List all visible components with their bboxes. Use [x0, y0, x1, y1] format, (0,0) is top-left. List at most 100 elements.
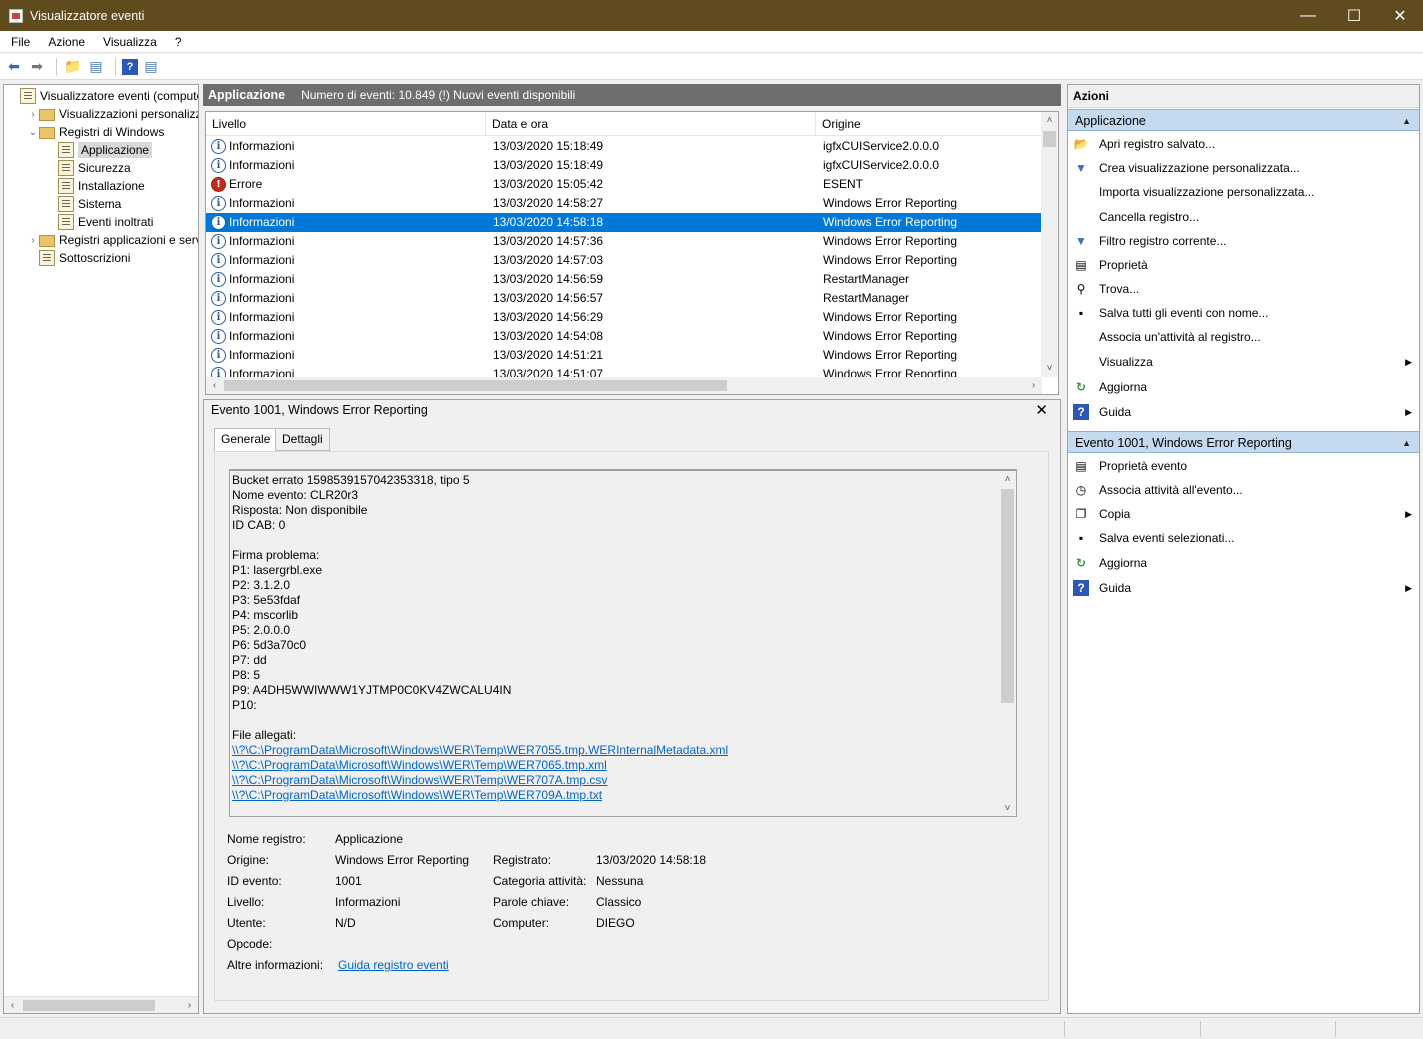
tree-item[interactable]: Eventi inoltrati: [46, 213, 153, 231]
event-row[interactable]: i Informazioni 13/03/2020 14:54:08 Windows …: [206, 327, 1042, 346]
event-description: Bucket errato 1598539157042353318, tipo …: [229, 469, 1017, 817]
scroll-left-arrow-icon[interactable]: ‹: [4, 997, 21, 1014]
back-arrow-icon[interactable]: ⬅: [4, 57, 24, 77]
menu-visualizza[interactable]: Visualizza: [92, 35, 164, 49]
event-row[interactable]: i Informazioni 13/03/2020 14:57:03 Windows …: [206, 251, 1042, 270]
error-icon: !: [211, 177, 226, 192]
scroll-thumb[interactable]: [1001, 489, 1014, 703]
action-item[interactable]: ▼ Filtro registro corrente...: [1068, 230, 1419, 252]
scroll-down-arrow-icon[interactable]: ˅: [999, 800, 1016, 816]
event-log-icon: [58, 214, 74, 230]
attached-file-link[interactable]: \\?\C:\ProgramData\Microsoft\Windows\WER…: [232, 743, 728, 758]
action-item[interactable]: ? Guida ▶: [1068, 577, 1419, 599]
attached-file-link[interactable]: \\?\C:\ProgramData\Microsoft\Windows\WER…: [232, 788, 602, 803]
event-source: ESENT: [823, 177, 864, 191]
event-row[interactable]: i Informazioni 13/03/2020 15:18:49 igfxCUIS…: [206, 156, 1042, 175]
tree-item[interactable]: Applicazione: [46, 141, 153, 159]
tree-horizontal-scrollbar[interactable]: ‹ ›: [4, 996, 198, 1013]
maximize-button[interactable]: ☐: [1331, 0, 1377, 31]
collapsed-chevron-icon[interactable]: ›: [27, 109, 39, 120]
show-hide-actions-icon[interactable]: ▤: [141, 57, 161, 77]
event-row[interactable]: i Informazioni 13/03/2020 14:58:27 Windows …: [206, 194, 1042, 213]
menu-file[interactable]: File: [0, 35, 37, 49]
menu-bar: File Azione Visualizza ?: [0, 31, 1423, 53]
scroll-thumb[interactable]: [224, 380, 727, 391]
tree-item[interactable]: ⌄ Registri di Windows: [27, 123, 164, 141]
list-horizontal-scrollbar[interactable]: ‹ ›: [206, 377, 1042, 394]
action-item[interactable]: ▪ Salva eventi selezionati...: [1068, 527, 1419, 549]
event-row[interactable]: i Informazioni 13/03/2020 14:56:59 RestartM…: [206, 270, 1042, 289]
scroll-right-arrow-icon[interactable]: ›: [181, 997, 198, 1014]
action-item[interactable]: ❐ Copia ▶: [1068, 503, 1419, 525]
keywords-value: Classico: [596, 895, 642, 909]
event-date: 13/03/2020 14:54:08: [493, 329, 604, 343]
tree-item[interactable]: Installazione: [46, 177, 145, 195]
close-button[interactable]: ✕: [1377, 0, 1423, 31]
event-source: igfxCUIService2.0.0.0: [823, 158, 940, 172]
tree-item[interactable]: Sottoscrizioni: [27, 249, 130, 267]
scroll-right-arrow-icon[interactable]: ›: [1025, 377, 1042, 394]
tree-item[interactable]: Sistema: [46, 195, 121, 213]
action-item[interactable]: Visualizza ▶: [1068, 351, 1419, 373]
column-level[interactable]: Livello: [206, 112, 486, 136]
show-hide-tree-icon[interactable]: ▤: [86, 57, 106, 77]
event-row[interactable]: i Informazioni 13/03/2020 14:56:29 Windows …: [206, 308, 1042, 327]
action-item[interactable]: ? Guida ▶: [1068, 401, 1419, 423]
up-folder-icon[interactable]: 📁: [63, 57, 83, 77]
tree-item[interactable]: › Registri applicazioni e servizi: [27, 231, 198, 249]
scroll-up-arrow-icon[interactable]: ˄: [999, 471, 1016, 488]
action-item[interactable]: ◷ Associa attività all'evento...: [1068, 479, 1419, 501]
tab-generale[interactable]: Generale: [214, 428, 278, 452]
event-detail-pane: Evento 1001, Windows Error Reporting ✕ G…: [203, 399, 1061, 1014]
action-item[interactable]: Importa visualizzazione personalizzata..…: [1068, 181, 1419, 203]
category-value: Nessuna: [596, 874, 644, 888]
event-row[interactable]: i Informazioni 13/03/2020 15:18:49 igfxCUIS…: [206, 137, 1042, 156]
list-vertical-scrollbar[interactable]: ˄ ˅: [1041, 112, 1058, 377]
event-row[interactable]: i Informazioni 13/03/2020 14:56:57 RestartM…: [206, 289, 1042, 308]
collapsed-chevron-icon[interactable]: ›: [27, 235, 39, 246]
column-date[interactable]: Data e ora: [486, 112, 816, 136]
menu-azione[interactable]: Azione: [37, 35, 92, 49]
action-item[interactable]: 📂 Apri registro salvato...: [1068, 133, 1419, 155]
action-item[interactable]: ↻ Aggiorna: [1068, 552, 1419, 574]
collapse-icon[interactable]: ▲: [1402, 110, 1411, 132]
minimize-button[interactable]: —: [1285, 0, 1331, 31]
event-row[interactable]: ! Errore 13/03/2020 15:05:42 ESENT: [206, 175, 1042, 194]
column-source[interactable]: Origine: [816, 112, 1042, 136]
forward-arrow-icon[interactable]: ➡: [27, 57, 47, 77]
event-source: Windows Error Reporting: [823, 234, 958, 248]
action-item[interactable]: ⚲ Trova...: [1068, 278, 1419, 300]
action-item[interactable]: Associa un'attività al registro...: [1068, 326, 1419, 348]
source-value: Windows Error Reporting: [335, 853, 470, 867]
action-item[interactable]: Cancella registro...: [1068, 206, 1419, 228]
attached-file-link[interactable]: \\?\C:\ProgramData\Microsoft\Windows\WER…: [232, 773, 607, 788]
action-item[interactable]: ▤ Proprietà: [1068, 254, 1419, 276]
scroll-thumb[interactable]: [23, 999, 155, 1011]
action-item[interactable]: ▼ Crea visualizzazione personalizzata...: [1068, 157, 1419, 179]
action-item[interactable]: ▪ Salva tutti gli eventi con nome...: [1068, 302, 1419, 324]
menu-help[interactable]: ?: [164, 35, 189, 49]
scroll-down-arrow-icon[interactable]: ˅: [1041, 360, 1058, 377]
event-row[interactable]: i Informazioni 13/03/2020 14:58:18 Windows …: [206, 213, 1042, 232]
actions-section-applicazione[interactable]: Applicazione ▲: [1068, 109, 1419, 131]
action-item[interactable]: ▤ Proprietà evento: [1068, 455, 1419, 477]
close-icon[interactable]: ✕: [1035, 401, 1048, 419]
collapse-icon[interactable]: ▲: [1402, 432, 1411, 454]
event-row[interactable]: i Informazioni 13/03/2020 14:51:21 Windows …: [206, 346, 1042, 365]
event-row[interactable]: i Informazioni 13/03/2020 14:57:36 Windows …: [206, 232, 1042, 251]
tab-dettagli[interactable]: Dettagli: [275, 428, 330, 451]
tree-item[interactable]: Visualizzatore eventi (computer: [8, 87, 198, 105]
tree-item[interactable]: Sicurezza: [46, 159, 131, 177]
action-item[interactable]: ↻ Aggiorna: [1068, 376, 1419, 398]
event-log-help-link[interactable]: Guida registro eventi: [338, 958, 449, 973]
event-level: Informazioni: [229, 158, 295, 172]
expanded-chevron-icon[interactable]: ⌄: [27, 127, 39, 138]
actions-section-event[interactable]: Evento 1001, Windows Error Reporting ▲: [1068, 431, 1419, 453]
scroll-left-arrow-icon[interactable]: ‹: [206, 377, 223, 394]
help-icon[interactable]: ?: [122, 58, 138, 75]
scroll-up-arrow-icon[interactable]: ˄: [1041, 112, 1058, 129]
tree-item[interactable]: › Visualizzazioni personalizzate: [27, 105, 198, 123]
scroll-thumb[interactable]: [1043, 131, 1056, 147]
description-vertical-scrollbar[interactable]: ˄ ˅: [999, 471, 1016, 816]
attached-file-link[interactable]: \\?\C:\ProgramData\Microsoft\Windows\WER…: [232, 758, 607, 773]
